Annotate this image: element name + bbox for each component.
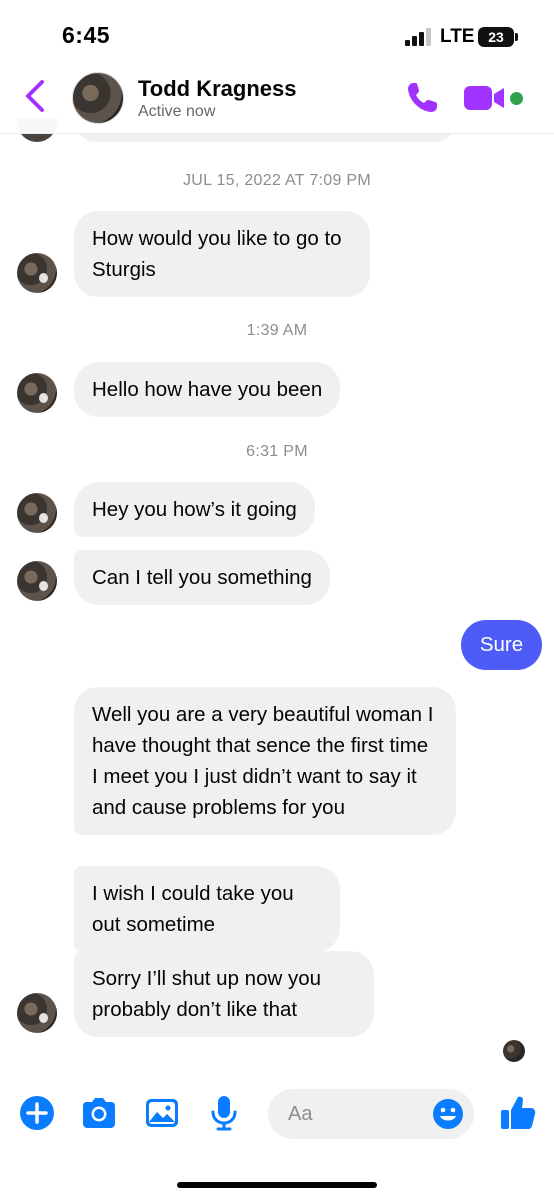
microphone-icon[interactable] bbox=[204, 1093, 244, 1133]
received-message[interactable]: Hello how have you been bbox=[74, 362, 341, 417]
sent-message[interactable]: Sure bbox=[461, 620, 542, 670]
seen-indicator-avatar bbox=[503, 1040, 525, 1062]
online-status-dot bbox=[510, 92, 523, 105]
conversation[interactable]: JUL 15, 2022 AT 7:09 PM How would you li… bbox=[0, 0, 554, 1080]
avatar bbox=[17, 561, 57, 601]
camera-icon[interactable] bbox=[79, 1093, 119, 1133]
phone-icon[interactable] bbox=[404, 80, 440, 116]
received-message[interactable]: Hey you how’s it going bbox=[74, 482, 315, 537]
received-message[interactable]: Can I tell you something bbox=[74, 550, 330, 605]
received-message[interactable]: Well you are a very beautiful woman I ha… bbox=[74, 687, 456, 835]
received-message[interactable]: Sorry I’ll shut up now you probably don’… bbox=[74, 951, 374, 1037]
avatar bbox=[17, 993, 57, 1033]
home-indicator[interactable] bbox=[177, 1182, 377, 1188]
avatar bbox=[17, 253, 57, 293]
message-composer bbox=[0, 1085, 554, 1145]
photo-icon[interactable] bbox=[142, 1093, 182, 1133]
emoji-icon[interactable] bbox=[431, 1097, 465, 1131]
message-input[interactable] bbox=[288, 1089, 428, 1139]
contact-status: Active now bbox=[138, 103, 216, 120]
message-input-container[interactable] bbox=[268, 1089, 474, 1139]
contact-avatar[interactable] bbox=[72, 72, 124, 124]
thumbs-up-icon[interactable] bbox=[498, 1093, 538, 1133]
avatar bbox=[17, 373, 57, 413]
received-message[interactable]: I wish I could take you out sometime bbox=[74, 866, 340, 952]
video-camera-icon[interactable] bbox=[464, 84, 506, 112]
plus-circle-icon[interactable] bbox=[17, 1093, 57, 1133]
chevron-left-icon[interactable] bbox=[20, 76, 50, 116]
chat-header: Todd Kragness Active now bbox=[0, 62, 554, 134]
timestamp: JUL 15, 2022 AT 7:09 PM bbox=[182, 172, 372, 189]
avatar bbox=[17, 493, 57, 533]
contact-name[interactable]: Todd Kragness bbox=[138, 76, 297, 102]
timestamp: 6:31 PM bbox=[246, 443, 308, 460]
received-message[interactable]: How would you like to go to Sturgis bbox=[74, 211, 370, 297]
timestamp: 1:39 AM bbox=[246, 322, 308, 339]
